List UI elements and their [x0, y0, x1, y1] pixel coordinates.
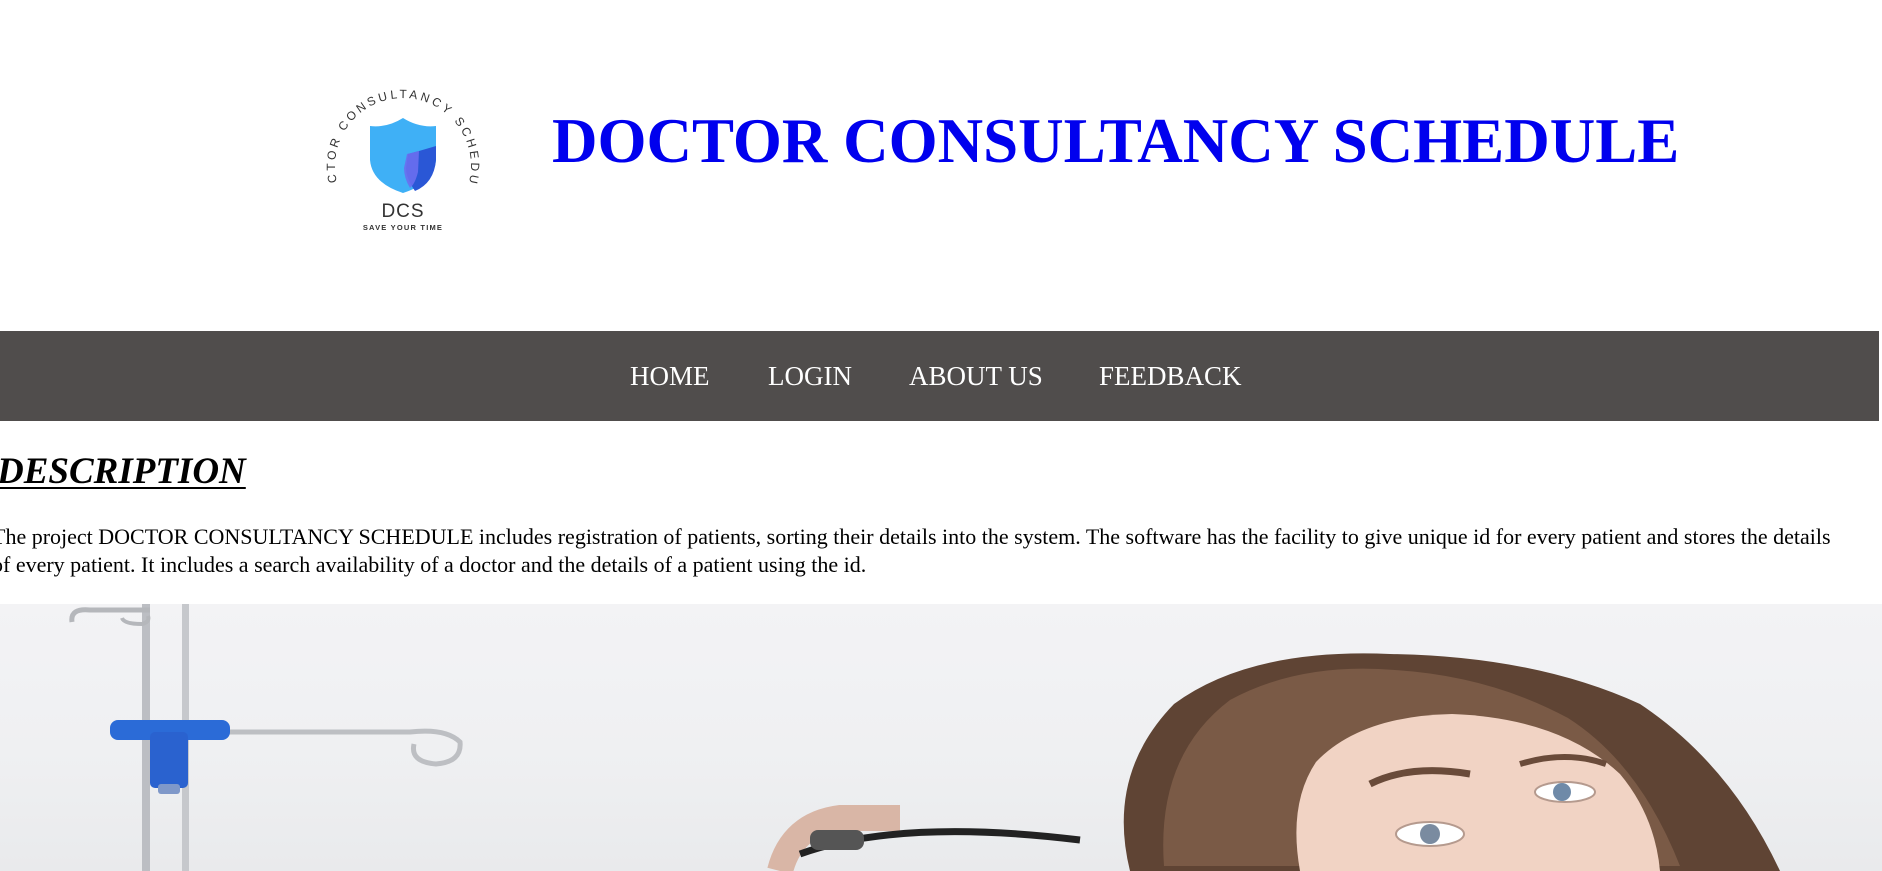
main-navbar: HOME LOGIN ABOUT US FEEDBACK — [0, 331, 1879, 421]
doctor-photo — [69, 604, 1780, 871]
nav-login-link[interactable]: LOGIN — [768, 356, 852, 396]
nav-feedback-link[interactable]: FEEDBACK — [1099, 356, 1242, 396]
site-header: DOCTOR CONSULTANCY SCHEDULE DCS SAVE YOU… — [0, 0, 1882, 331]
nav-home-link[interactable]: HOME — [630, 356, 710, 396]
dcs-logo: DOCTOR CONSULTANCY SCHEDULE DCS SAVE YOU… — [318, 60, 479, 232]
nav-about-us-link[interactable]: ABOUT US — [909, 356, 1043, 396]
description-heading: DESCRIPTION — [0, 451, 246, 492]
doctor-figure — [767, 653, 1780, 871]
logo-abbr: DCS — [381, 201, 424, 222]
iv-stand — [69, 604, 463, 871]
hero-image — [0, 604, 1882, 871]
logo-tagline: SAVE YOUR TIME — [363, 223, 443, 232]
site-title: DOCTOR CONSULTANCY SCHEDULE — [552, 106, 1680, 176]
description-text: The project DOCTOR CONSULTANCY SCHEDULE … — [0, 524, 1831, 577]
shield-icon — [370, 118, 436, 193]
